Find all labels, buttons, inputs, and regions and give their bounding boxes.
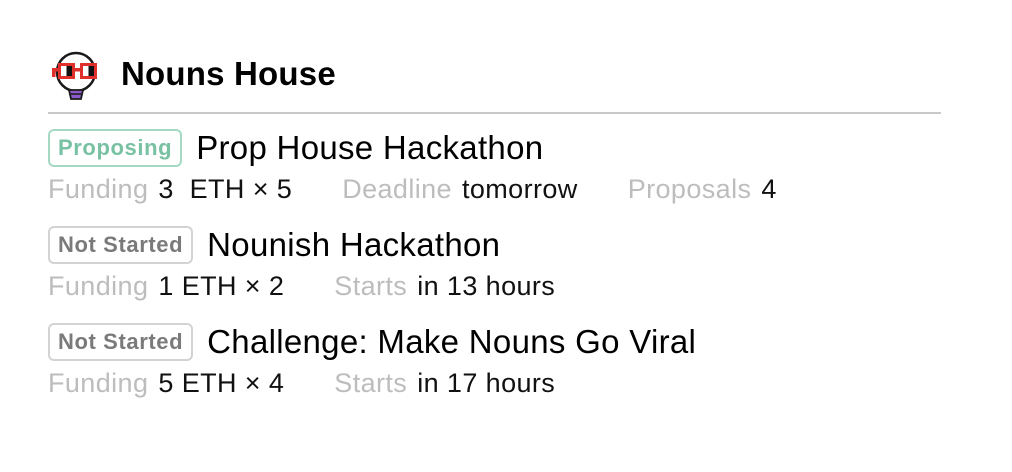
starts-label: Starts [334,367,408,398]
round-title-row: Not Started Nounish Hackathon [48,225,500,265]
round-title-row: Proposing Prop House Hackathon [48,128,543,168]
funding-info: Funding 1 ETH × 2 [48,271,284,302]
round-title-row: Not Started Challenge: Make Nouns Go Vir… [48,322,696,362]
funding-value: 1 ETH × 2 [158,270,285,301]
round-title[interactable]: Prop House Hackathon [196,128,543,168]
funding-label: Funding [48,367,149,398]
deadline-label: Deadline [342,173,452,204]
starts-value: in 17 hours [417,367,556,398]
start-time-info: Starts in 13 hours [334,271,555,302]
round-title[interactable]: Challenge: Make Nouns Go Viral [207,322,696,362]
funding-info: Funding 3 ETH × 5 [48,174,292,205]
funding-value: 3 ETH × 5 [158,173,293,204]
status-badge: Not Started [48,226,194,264]
round-card[interactable]: Proposing Prop House Hackathon Funding 3… [48,128,928,212]
starts-label: Starts [334,270,408,301]
status-badge: Proposing [48,129,183,167]
funding-label: Funding [48,270,149,301]
round-title[interactable]: Nounish Hackathon [207,225,500,265]
funding-value: 5 ETH × 4 [158,367,285,398]
round-card[interactable]: Not Started Challenge: Make Nouns Go Vir… [48,322,928,406]
round-card[interactable]: Not Started Nounish Hackathon Funding 1 … [48,225,928,309]
start-time-info: Starts in 17 hours [334,368,555,399]
deadline-value: tomorrow [461,173,578,204]
status-badge: Not Started [48,323,194,361]
deadline-info: Deadline tomorrow [342,174,578,205]
proposals-info: Proposals 4 [628,174,777,205]
funding-info: Funding 5 ETH × 4 [48,368,284,399]
house-header: Nouns House [48,46,941,114]
round-meta: Funding 1 ETH × 2 Starts in 13 hours [48,268,555,304]
proposals-label: Proposals [627,173,752,204]
starts-value: in 13 hours [417,270,556,301]
funding-label: Funding [48,173,149,204]
proposals-count: 4 [761,173,777,204]
nouns-glasses-lightbulb-icon[interactable] [48,49,104,105]
round-meta: Funding 5 ETH × 4 Starts in 17 hours [48,365,555,401]
house-title[interactable]: Nouns House [121,54,336,94]
round-meta: Funding 3 ETH × 5 Deadline tomorrow Prop… [48,171,777,207]
